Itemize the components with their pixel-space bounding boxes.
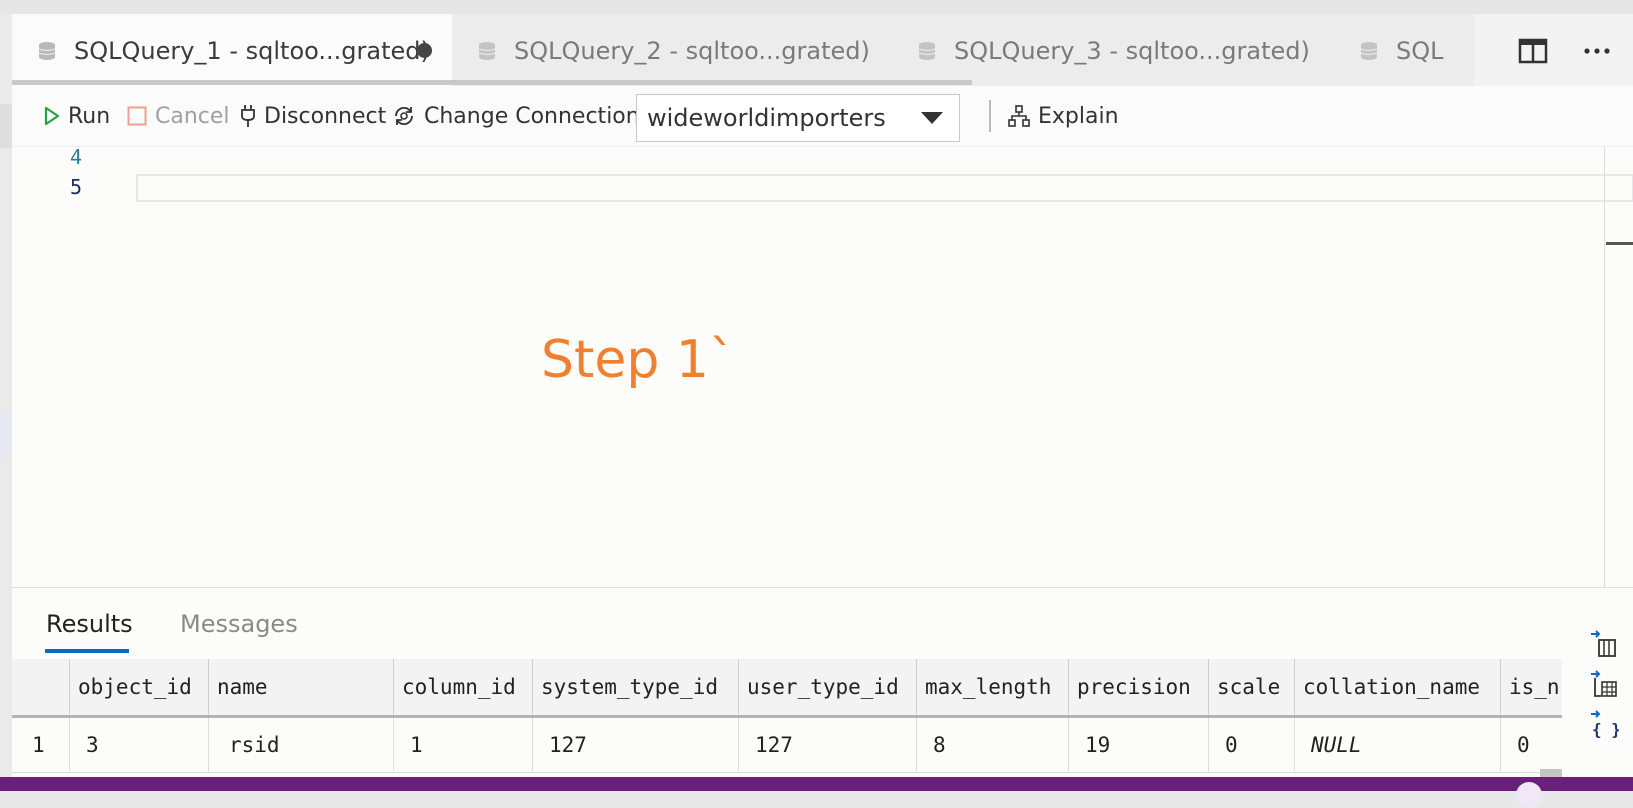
- grid-header-cell[interactable]: precision: [1069, 659, 1209, 715]
- grid-cell[interactable]: 3: [70, 718, 209, 772]
- change-connection-label: Change Connection: [424, 103, 640, 129]
- tab-scrollbar[interactable]: [12, 80, 972, 85]
- left-gutter: [0, 14, 12, 777]
- tab-sqlquery-3[interactable]: SQLQuery_3 - sqltoo...grated): [892, 14, 1335, 86]
- notification-icon[interactable]: [1516, 782, 1542, 808]
- export-json-icon[interactable]: { }: [1589, 708, 1619, 738]
- query-toolbar: Run Cancel Disconnect Change Connection …: [12, 86, 1633, 147]
- grid-header-row: object_id name column_id system_type_id …: [12, 659, 1562, 718]
- grid-header-cell[interactable]: collation_name: [1295, 659, 1501, 715]
- tab-results[interactable]: Results: [46, 610, 133, 638]
- step-annotation: Step 1`: [541, 330, 736, 390]
- plug-icon: [241, 105, 255, 127]
- cancel-button[interactable]: Cancel: [127, 101, 230, 131]
- tab-label: SQLQuery_1 - sqltoo...grated): [74, 37, 430, 65]
- tab-sql-truncated[interactable]: SQL: [1334, 14, 1474, 86]
- cancel-label: Cancel: [155, 103, 230, 129]
- explain-plan-icon: [1008, 105, 1030, 127]
- grid-header-cell[interactable]: [12, 659, 70, 715]
- more-actions-icon[interactable]: [1582, 38, 1612, 64]
- run-button[interactable]: Run: [44, 101, 110, 131]
- results-panel: Results Messages object_id name column_i…: [12, 587, 1633, 779]
- editor-vertical-scrollbar[interactable]: [1604, 147, 1605, 587]
- grid-header-cell[interactable]: scale: [1209, 659, 1295, 715]
- status-bar: [0, 777, 1633, 808]
- scrollbar-position-marker: [1606, 242, 1633, 245]
- grid-cell[interactable]: 19: [1069, 718, 1209, 772]
- grid-cell-null[interactable]: NULL: [1295, 718, 1501, 772]
- grid-cell[interactable]: 8: [917, 718, 1069, 772]
- results-grid[interactable]: object_id name column_id system_type_id …: [12, 659, 1562, 779]
- play-icon: [44, 106, 60, 126]
- window-top-strip: [0, 0, 1633, 14]
- tab-label: SQLQuery_3 - sqltoo...grated): [954, 37, 1310, 65]
- line-number: 4: [70, 145, 83, 169]
- grid-cell[interactable]: 0: [1501, 718, 1562, 772]
- svg-text:{ }: { }: [1592, 720, 1619, 738]
- change-connection-icon: [395, 106, 413, 126]
- explain-label: Explain: [1038, 103, 1119, 129]
- stop-icon: [127, 106, 147, 126]
- grid-header-cell[interactable]: system_type_id: [533, 659, 739, 715]
- grid-header-cell[interactable]: name: [209, 659, 394, 715]
- results-export-toolbar: { }: [1573, 628, 1633, 778]
- grid-cell[interactable]: 1: [394, 718, 533, 772]
- database-icon: [478, 42, 496, 60]
- explain-button[interactable]: Explain: [1008, 101, 1119, 131]
- database-icon: [38, 42, 56, 60]
- database-icon: [918, 42, 936, 60]
- tab-sqlquery-1[interactable]: SQLQuery_1 - sqltoo...grated): [12, 14, 453, 86]
- grid-header-cell[interactable]: object_id: [70, 659, 209, 715]
- chevron-down-icon: [921, 112, 943, 124]
- query-editor[interactable]: 4 5 Step 1`: [12, 145, 1633, 587]
- grid-header-cell[interactable]: is_n: [1501, 659, 1562, 715]
- row-number-cell[interactable]: 1: [12, 718, 70, 772]
- grid-cell[interactable]: 127: [533, 718, 739, 772]
- database-icon: [1360, 42, 1378, 60]
- grid-cell[interactable]: 127: [739, 718, 917, 772]
- toolbar-separator: [989, 100, 991, 132]
- unsaved-dot-icon[interactable]: [417, 43, 432, 58]
- split-editor-icon[interactable]: [1518, 38, 1548, 64]
- line-number: 5: [70, 175, 83, 199]
- grid-header-cell[interactable]: column_id: [394, 659, 533, 715]
- tab-messages[interactable]: Messages: [180, 610, 298, 638]
- table-row[interactable]: 1 3 rsid 1 127 127 8 19 0 NULL 0: [12, 718, 1562, 773]
- tab-label: SQL: [1396, 37, 1444, 65]
- disconnect-label: Disconnect: [264, 103, 387, 129]
- active-tab-underline: [45, 649, 129, 653]
- grid-cell[interactable]: 0: [1209, 718, 1295, 772]
- database-select[interactable]: wideworldimporters: [636, 94, 960, 142]
- editor-tab-bar: SQLQuery_1 - sqltoo...grated) SQLQuery_2…: [12, 14, 1633, 86]
- export-excel-icon[interactable]: [1589, 668, 1619, 698]
- tab-sqlquery-2[interactable]: SQLQuery_2 - sqltoo...grated): [452, 14, 893, 86]
- grid-cell[interactable]: rsid: [209, 718, 394, 772]
- disconnect-button[interactable]: Disconnect: [240, 101, 386, 131]
- run-label: Run: [68, 103, 111, 129]
- database-select-value: wideworldimporters: [647, 104, 886, 132]
- grid-header-cell[interactable]: max_length: [917, 659, 1069, 715]
- change-connection-button[interactable]: Change Connection: [392, 101, 640, 131]
- grid-header-cell[interactable]: user_type_id: [739, 659, 917, 715]
- tab-label: SQLQuery_2 - sqltoo...grated): [514, 37, 870, 65]
- current-line-highlight: [136, 174, 1633, 202]
- export-csv-icon[interactable]: [1589, 628, 1619, 658]
